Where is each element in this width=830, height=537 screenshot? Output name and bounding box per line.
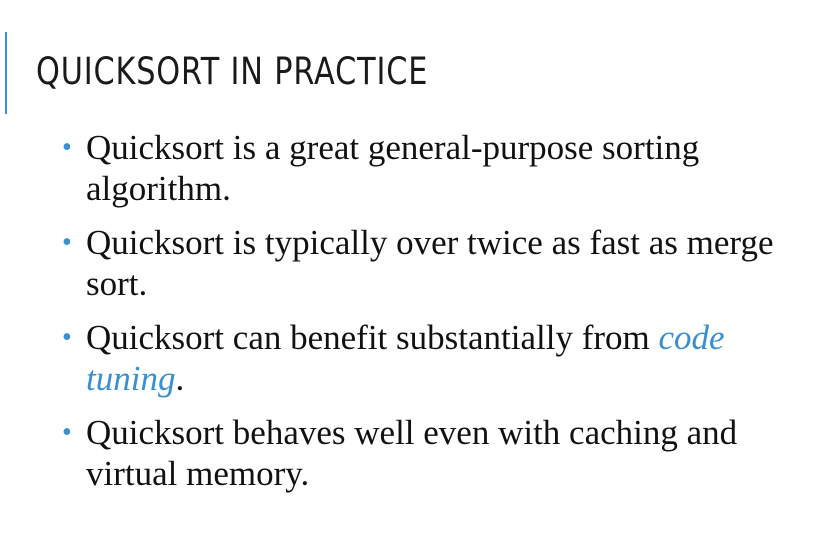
bullet-list: • Quicksort is a great general-purpose s…	[62, 127, 802, 507]
bullet-text: Quicksort can benefit substantially from	[86, 318, 659, 357]
bullet-text: Quicksort is a great general-purpose sor…	[86, 128, 700, 208]
bullet-text: Quicksort is typically over twice as fas…	[86, 223, 774, 303]
bullet-item-caching: • Quicksort behaves well even with cachi…	[62, 412, 802, 494]
bullet-text-end: .	[175, 359, 185, 398]
title-accent-bar	[5, 32, 7, 114]
slide-title: QUICKSORT IN PRACTICE	[36, 50, 429, 93]
bullet-item-code-tuning: • Quicksort can benefit substantially fr…	[62, 317, 802, 399]
bullet-icon: •	[62, 227, 72, 258]
bullet-icon: •	[62, 132, 72, 163]
bullet-icon: •	[62, 322, 72, 353]
bullet-icon: •	[62, 417, 72, 448]
bullet-text: Quicksort behaves well even with caching…	[86, 413, 738, 493]
bullet-item-general-purpose: • Quicksort is a great general-purpose s…	[62, 127, 802, 209]
bullet-item-speed: • Quicksort is typically over twice as f…	[62, 222, 802, 304]
